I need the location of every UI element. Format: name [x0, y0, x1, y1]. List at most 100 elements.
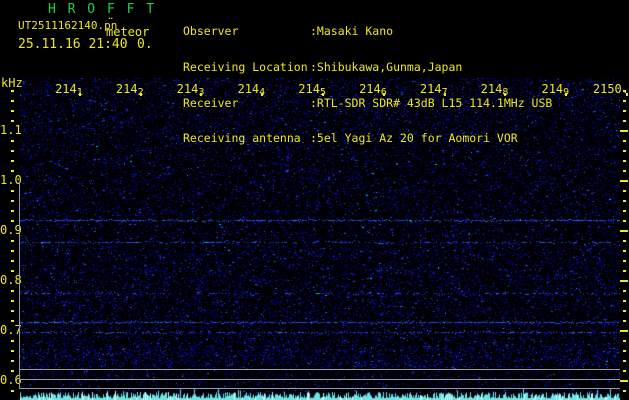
time-axis-label: 2148	[458, 82, 509, 98]
freq-axis-label: 0.7	[0, 323, 22, 337]
info-label: Receiver	[183, 95, 239, 110]
time-axis-label: 2143	[154, 82, 205, 98]
freq-minor-tick-right	[623, 160, 626, 162]
time-axis-label: 2146	[337, 83, 387, 98]
info-value: :Masaki Kano	[310, 24, 394, 38]
meteor-count: 0.	[137, 37, 153, 52]
freq-minor-tick-right	[623, 100, 626, 102]
freq-minor-tick-right	[623, 210, 626, 212]
freq-minor-tick-left	[11, 120, 14, 122]
time-label-minute: 2	[137, 87, 144, 98]
freq-minor-tick-right	[623, 110, 626, 112]
time-label-minute: 8	[502, 87, 509, 98]
freq-major-tick-right	[620, 280, 628, 282]
app-title: H R O F F T	[48, 2, 157, 17]
freq-minor-tick-right	[623, 250, 626, 252]
freq-minor-tick-left	[11, 390, 14, 392]
panel-divider-line	[19, 379, 620, 380]
freq-minor-tick-right	[623, 170, 626, 172]
freq-minor-tick-left	[11, 360, 14, 362]
freq-minor-tick-right	[623, 350, 626, 352]
time-label-hour: 2150.	[592, 82, 629, 96]
date-time: 25.11.16 21:40	[18, 37, 128, 52]
freq-minor-tick-left	[11, 260, 14, 262]
time-label-minute: 3	[198, 87, 205, 98]
freq-axis-label: 0.6	[0, 373, 22, 387]
freq-minor-tick-left	[11, 290, 14, 292]
freq-minor-tick-right	[623, 220, 626, 222]
freq-minor-tick-right	[623, 290, 626, 292]
freq-minor-tick-left	[11, 200, 14, 202]
time-label-hour: 214	[480, 82, 503, 96]
time-axis-label: 2141	[33, 82, 83, 98]
freq-minor-tick-right	[623, 300, 626, 302]
info-row-receiver: Receiver :RTL-SDR SDR# 43dB L15 114.1MHz…	[183, 95, 553, 110]
time-label-minute: 4	[259, 87, 266, 98]
info-label: Receiving Location	[183, 59, 308, 74]
time-axis-label: 2150.	[579, 83, 629, 96]
info-row-observer: Observer :Masaki Kano	[183, 25, 552, 38]
time-label-hour: 214	[115, 82, 138, 96]
freq-major-tick-right	[620, 180, 628, 182]
khz-unit-label: kHz	[1, 76, 23, 90]
freq-minor-tick-right	[623, 340, 626, 342]
time-label-minute: 7	[441, 87, 448, 98]
freq-axis-label: 0.8	[0, 273, 22, 287]
info-value: :RTL-SDR SDR# 43dB L15 114.1MHz USB	[310, 95, 553, 110]
freq-minor-tick-right	[623, 200, 626, 202]
freq-minor-tick-left	[11, 310, 14, 312]
freq-minor-tick-left	[11, 150, 14, 152]
freq-minor-tick-right	[623, 150, 626, 152]
freq-minor-tick-left	[11, 220, 14, 222]
freq-minor-tick-right	[623, 320, 626, 322]
time-label-hour: 214	[419, 82, 442, 96]
panel-divider-line	[19, 369, 620, 370]
freq-major-tick-right	[620, 380, 628, 382]
time-axis-label: 2142	[94, 82, 144, 98]
info-label: Observer	[183, 24, 239, 38]
time-label-minute: 5	[319, 87, 326, 98]
freq-minor-tick-left	[11, 160, 14, 162]
freq-minor-tick-left	[11, 340, 14, 342]
freq-minor-tick-right	[623, 360, 626, 362]
hrofft-output-screen: H R O F F T UT2511162140.pn ¨ meteor 25.…	[0, 0, 629, 400]
freq-minor-tick-left	[11, 190, 14, 192]
freq-minor-tick-right	[623, 190, 626, 192]
panel-divider-line	[19, 388, 620, 389]
time-label-minute: 9	[563, 87, 570, 98]
output-filename: UT2511162140.pn	[18, 19, 118, 32]
time-label-hour: 214	[176, 82, 199, 96]
plot-left-border	[19, 182, 20, 389]
info-row-antenna: Receiving antenna :5el Yagi Az 20 for Ao…	[183, 132, 552, 145]
freq-minor-tick-left	[11, 170, 14, 172]
freq-axis-label: 0.9	[0, 223, 22, 237]
freq-minor-tick-left	[11, 110, 14, 112]
time-axis-label: 2149	[519, 82, 570, 98]
info-row-location: Receiving Location :Shibukawa,Gunma,Japa…	[183, 59, 552, 74]
freq-minor-tick-left	[11, 320, 14, 322]
freq-minor-tick-left	[11, 370, 14, 372]
freq-major-tick-right	[620, 330, 628, 332]
freq-minor-tick-left	[11, 270, 14, 272]
time-label-hour: 214	[55, 82, 77, 96]
freq-minor-tick-left	[11, 210, 14, 212]
time-label-minute: 1	[76, 87, 83, 98]
time-label-hour: 214	[541, 82, 564, 96]
freq-minor-tick-left	[11, 90, 14, 92]
freq-minor-tick-left	[11, 350, 14, 352]
info-label: Receiving antenna	[183, 131, 301, 146]
freq-minor-tick-left	[11, 250, 14, 252]
time-label-minute: 6	[380, 87, 387, 98]
time-label-hour: 214	[298, 82, 320, 96]
info-value: :5el Yagi Az 20 for Aomori VOR	[310, 131, 518, 146]
time-axis-label: 2145	[276, 82, 326, 98]
freq-minor-tick-right	[623, 260, 626, 262]
freq-minor-tick-left	[11, 240, 14, 242]
time-axis-label: 2144	[215, 82, 266, 98]
freq-minor-tick-left	[11, 100, 14, 102]
freq-minor-tick-right	[623, 120, 626, 122]
freq-minor-tick-right	[623, 240, 626, 242]
freq-minor-tick-right	[623, 310, 626, 312]
time-label-hour: 214	[237, 82, 260, 96]
freq-axis-label: 1.0	[0, 173, 22, 187]
